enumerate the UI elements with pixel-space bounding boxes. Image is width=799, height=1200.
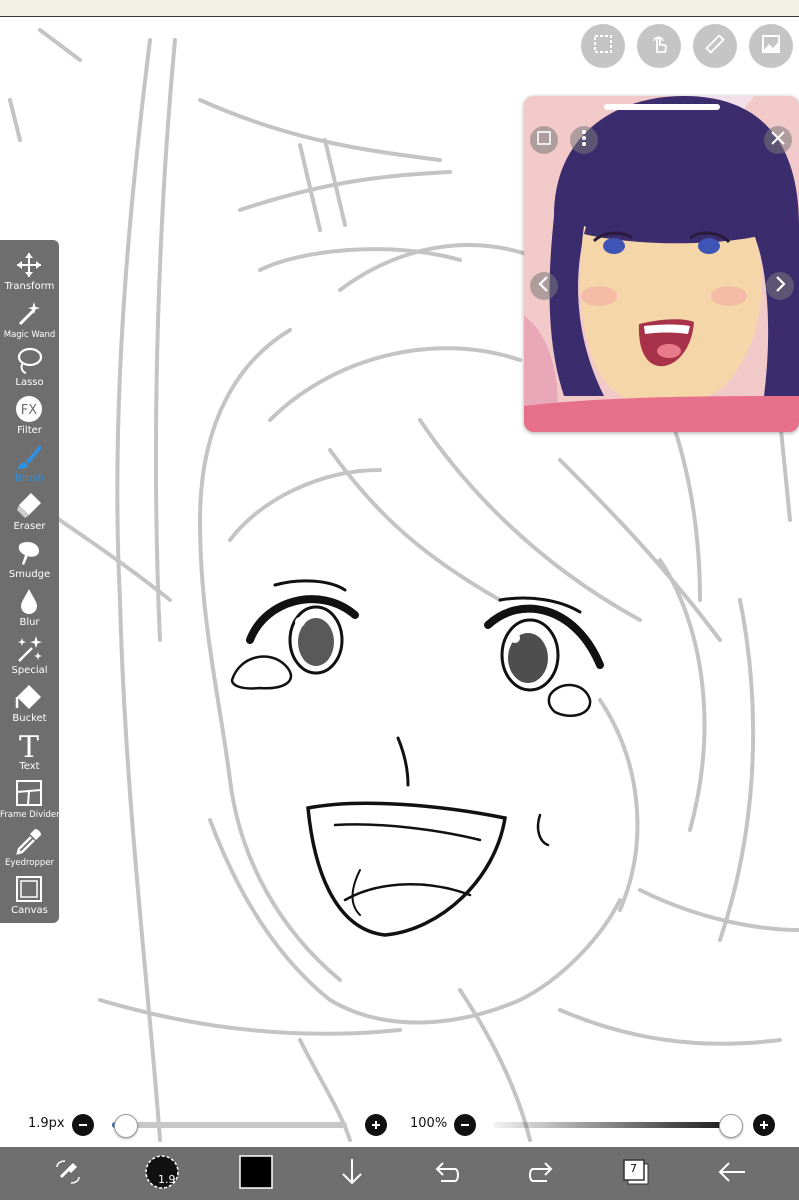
sparkle-icon <box>14 634 44 664</box>
tool-label: Transform <box>4 281 55 292</box>
undo-button[interactable] <box>426 1147 466 1200</box>
ruler-icon <box>703 32 727 60</box>
svg-text:T: T <box>19 730 39 760</box>
frame-divider-icon <box>14 778 44 808</box>
reference-crop-button[interactable] <box>530 126 558 154</box>
brush-size-indicator: 1.9 <box>158 1173 176 1186</box>
tool-filter[interactable]: FX Filter <box>0 392 59 440</box>
eyedropper-icon <box>14 826 44 856</box>
undo-icon <box>429 1155 463 1193</box>
tool-label: Special <box>11 665 48 676</box>
tool-text[interactable]: T Text <box>0 728 59 776</box>
brush-size-label: 1.9px <box>28 1116 65 1131</box>
brush-size-slider[interactable] <box>112 1122 347 1128</box>
brush-icon <box>14 442 44 472</box>
tool-blur[interactable]: Blur <box>0 584 59 632</box>
text-icon: T <box>14 730 44 765</box>
size-decrease-button[interactable] <box>72 1114 94 1136</box>
crop-icon <box>535 129 553 151</box>
tool-label: Smudge <box>8 569 51 580</box>
brush-size-thumb[interactable] <box>114 1114 139 1138</box>
status-strip <box>0 0 799 17</box>
move-arrows-icon <box>14 250 44 280</box>
tool-label: Filter <box>17 425 42 436</box>
tool-smudge[interactable]: Smudge <box>0 536 59 584</box>
download-button[interactable] <box>332 1147 372 1200</box>
lasso-icon <box>14 346 44 376</box>
reference-prev-button[interactable] <box>530 272 558 300</box>
tool-canvas[interactable]: Canvas <box>0 872 59 920</box>
reference-image-button[interactable] <box>749 24 793 68</box>
more-vertical-icon <box>575 129 593 151</box>
tool-brush[interactable]: Brush <box>0 440 59 488</box>
opacity-thumb[interactable] <box>719 1114 743 1138</box>
tool-label: Frame Divider <box>0 810 60 820</box>
opacity-label: 100% <box>410 1116 448 1131</box>
fx-icon: FX <box>14 394 44 424</box>
tool-label: Text <box>19 761 40 772</box>
tool-transform[interactable]: Transform <box>0 248 59 296</box>
reference-drag-handle[interactable] <box>604 104 720 110</box>
size-increase-button[interactable] <box>365 1114 387 1136</box>
reference-close-button[interactable] <box>764 126 792 154</box>
chevron-left-icon <box>535 275 553 297</box>
tool-panel: Transform Magic Wand Lasso FX Filter Bru… <box>0 240 60 923</box>
tool-label: Bucket <box>12 713 47 724</box>
download-icon <box>335 1155 369 1193</box>
color-swatch-icon <box>239 1154 273 1193</box>
tool-label: Magic Wand <box>3 330 56 340</box>
swap-eraser-icon <box>51 1155 85 1193</box>
reference-image <box>524 96 799 432</box>
bottom-toolbar <box>0 1147 799 1200</box>
back-button[interactable] <box>712 1147 752 1200</box>
smudge-icon <box>14 538 44 568</box>
tool-label: Lasso <box>15 377 44 388</box>
color-button[interactable] <box>236 1147 276 1200</box>
tool-label: Brush <box>15 473 44 484</box>
redo-button[interactable] <box>522 1147 562 1200</box>
magic-wand-icon <box>14 298 44 328</box>
droplet-icon <box>14 586 44 616</box>
opacity-decrease-button[interactable] <box>454 1114 476 1136</box>
selection-icon <box>591 32 615 60</box>
opacity-increase-button[interactable] <box>753 1114 775 1136</box>
tool-lasso[interactable]: Lasso <box>0 344 59 392</box>
tool-eyedropper[interactable]: Eyedropper <box>0 824 59 872</box>
reference-window[interactable] <box>524 96 799 432</box>
redo-icon <box>525 1155 559 1193</box>
plus-icon <box>370 1116 382 1135</box>
minus-icon <box>77 1116 89 1135</box>
tool-magic-wand[interactable]: Magic Wand <box>0 296 59 344</box>
touch-button[interactable] <box>637 24 681 68</box>
tool-label: Canvas <box>11 905 48 916</box>
close-icon <box>769 129 787 151</box>
selection-button[interactable] <box>581 24 625 68</box>
ruler-button[interactable] <box>693 24 737 68</box>
tool-special[interactable]: Special <box>0 632 59 680</box>
plus-icon <box>758 1116 770 1135</box>
reference-next-button[interactable] <box>766 272 794 300</box>
tool-label: Blur <box>19 617 40 628</box>
tool-eraser[interactable]: Eraser <box>0 488 59 536</box>
tool-label: Eyedropper <box>4 858 55 868</box>
reference-image-icon <box>759 32 783 60</box>
chevron-right-icon <box>771 275 789 297</box>
tool-bucket[interactable]: Bucket <box>0 680 59 728</box>
reference-menu-button[interactable] <box>570 126 598 154</box>
svg-text:FX: FX <box>21 403 37 418</box>
minus-icon <box>459 1116 471 1135</box>
bucket-icon <box>14 682 44 712</box>
canvas-icon <box>14 874 44 904</box>
opacity-slider[interactable] <box>494 1122 736 1128</box>
eraser-icon <box>14 490 44 520</box>
swap-eraser-button[interactable] <box>48 1147 88 1200</box>
tool-label: Eraser <box>13 521 46 532</box>
back-arrow-icon <box>715 1155 749 1193</box>
layers-count: 7 <box>630 1162 637 1175</box>
tool-frame-divider[interactable]: Frame Divider <box>0 776 60 824</box>
touch-icon <box>647 32 671 60</box>
